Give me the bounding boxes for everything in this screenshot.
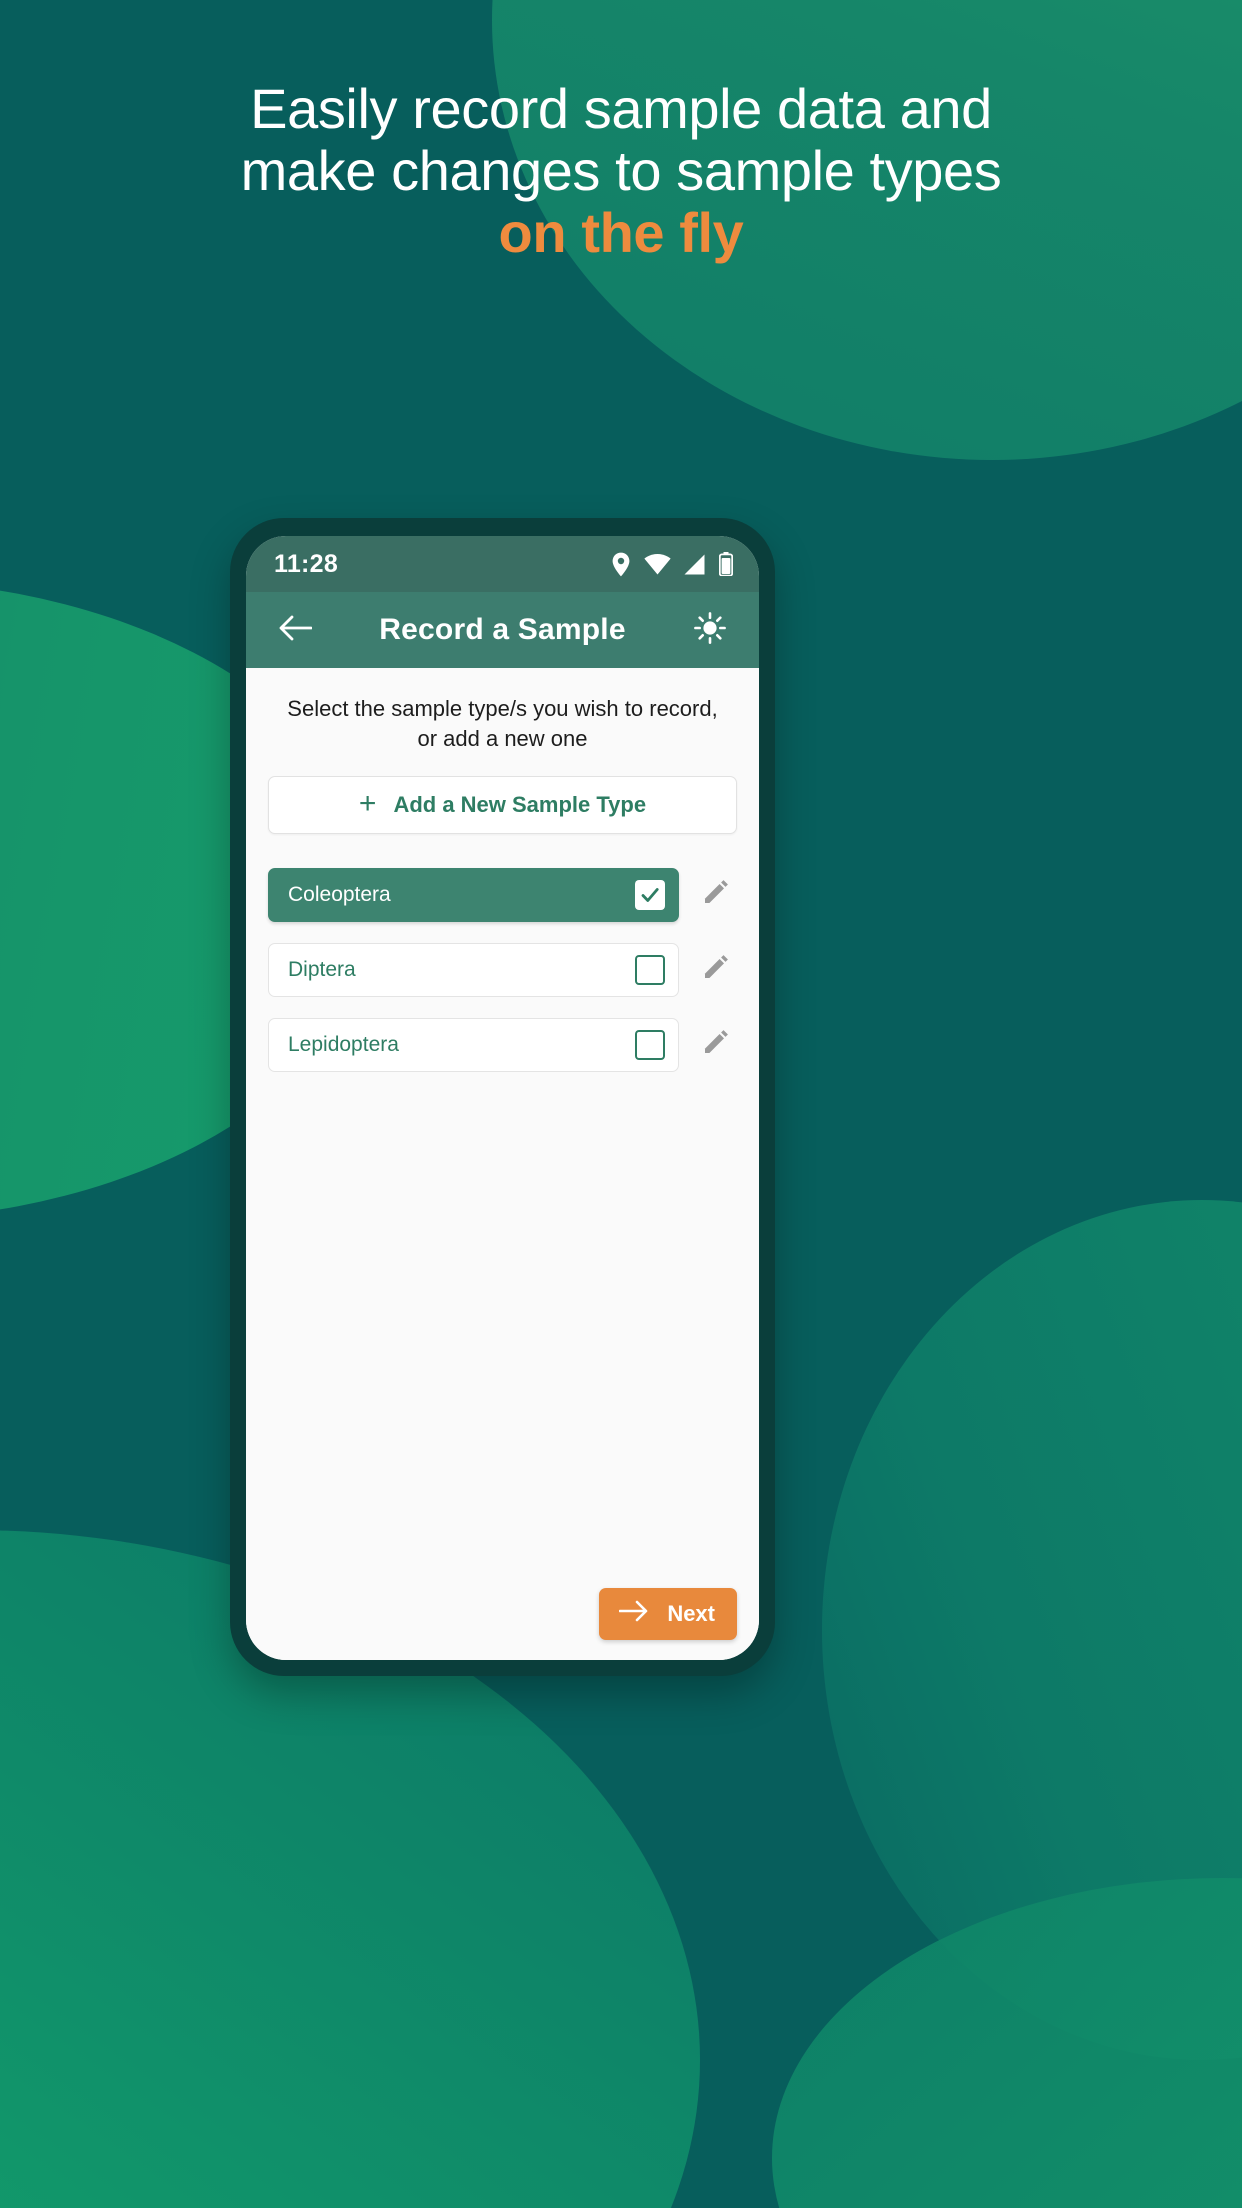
sample-type-checkbox-unchecked[interactable] xyxy=(635,1030,665,1060)
headline-line-2: make changes to sample types xyxy=(240,139,1002,202)
background-blob-bottom-right xyxy=(772,1878,1242,2208)
edit-sample-type-button[interactable] xyxy=(693,954,737,986)
instruction-text: Select the sample type/s you wish to rec… xyxy=(287,696,718,751)
sample-type-label: Diptera xyxy=(288,958,356,981)
sample-type-checkbox-checked[interactable] xyxy=(635,880,665,910)
battery-icon xyxy=(719,552,733,576)
edit-sample-type-button[interactable] xyxy=(693,879,737,911)
sample-type-chip-lepidoptera[interactable]: Lepidoptera xyxy=(268,1018,679,1072)
sample-type-label: Coleoptera xyxy=(288,883,391,906)
pencil-icon xyxy=(702,954,729,986)
plus-icon: + xyxy=(358,786,377,820)
sample-type-row: Lepidoptera xyxy=(268,1018,737,1072)
status-bar: 11:28 xyxy=(246,536,759,592)
page-title: Record a Sample xyxy=(379,613,626,646)
phone-screen: 11:28 Record a Sample Select the sample … xyxy=(246,536,759,1660)
headline-accent: on the fly xyxy=(498,201,744,264)
next-button-label: Next xyxy=(667,1601,715,1626)
pencil-icon xyxy=(702,879,729,911)
app-bar: Record a Sample xyxy=(246,592,759,668)
sample-type-row: Diptera xyxy=(268,943,737,997)
brightness-button[interactable] xyxy=(683,603,737,657)
add-new-sample-type-button[interactable]: + Add a New Sample Type xyxy=(268,776,737,834)
promo-headline: Easily record sample data and make chang… xyxy=(0,78,1242,264)
edit-sample-type-button[interactable] xyxy=(693,1029,737,1061)
add-new-sample-type-label: Add a New Sample Type xyxy=(393,792,647,817)
status-bar-clock: 11:28 xyxy=(274,549,339,578)
sample-type-row: Coleoptera xyxy=(268,868,737,922)
sample-type-checkbox-unchecked[interactable] xyxy=(635,955,665,985)
sample-type-label: Lepidoptera xyxy=(288,1033,399,1056)
brightness-sun-icon xyxy=(693,611,727,650)
wifi-icon xyxy=(644,553,671,575)
arrow-left-icon xyxy=(278,613,313,648)
arrow-right-icon xyxy=(619,1600,649,1628)
back-button[interactable] xyxy=(268,603,322,657)
phone-mockup: 11:28 Record a Sample Select the sample … xyxy=(230,518,775,1676)
pencil-icon xyxy=(702,1029,729,1061)
sample-type-chip-coleoptera[interactable]: Coleoptera xyxy=(268,868,679,922)
location-pin-icon xyxy=(611,552,631,577)
next-button[interactable]: Next xyxy=(599,1588,737,1640)
signal-icon xyxy=(684,554,706,575)
sample-type-chip-diptera[interactable]: Diptera xyxy=(268,943,679,997)
screen-content: Select the sample type/s you wish to rec… xyxy=(246,668,759,1660)
status-bar-icons xyxy=(611,552,733,577)
sample-type-list: Coleoptera Diptera Lepidoptera xyxy=(268,868,737,1072)
headline-line-1: Easily record sample data and xyxy=(250,77,992,140)
